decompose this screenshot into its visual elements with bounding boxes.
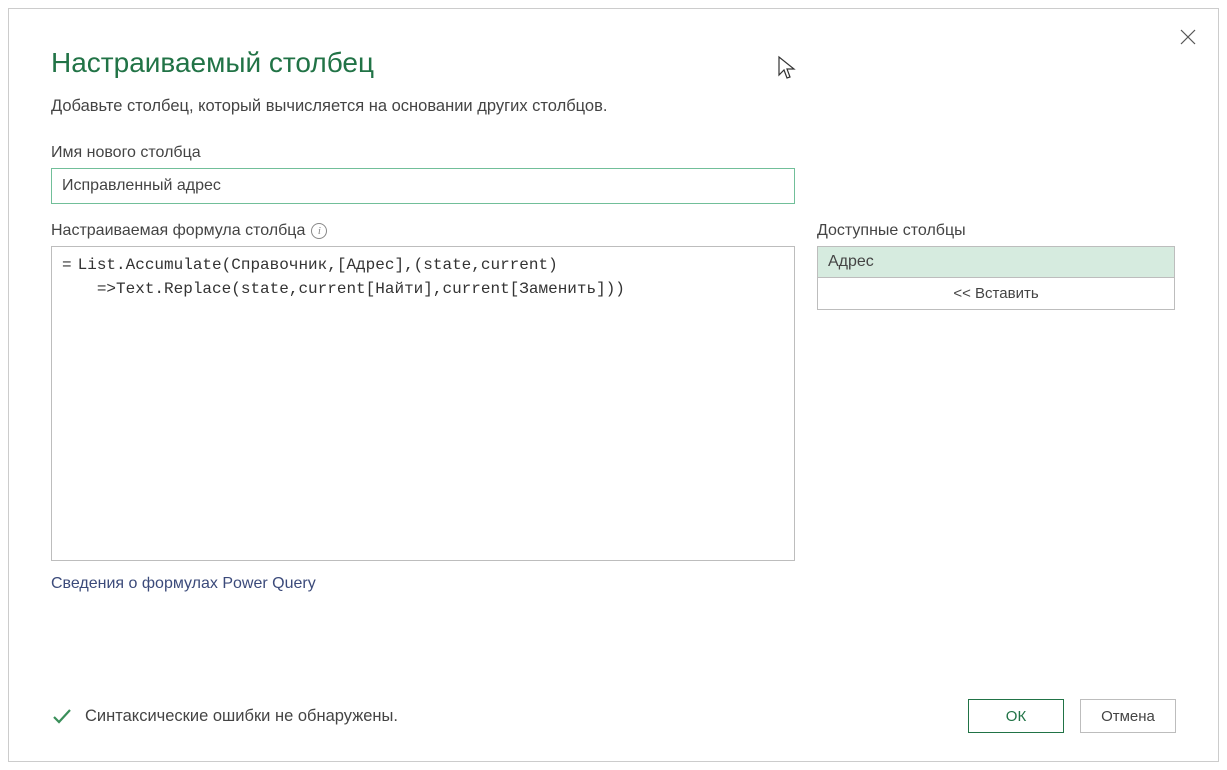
formula-label: Настраиваемая формула столбца xyxy=(51,222,305,240)
ok-button[interactable]: ОК xyxy=(968,699,1064,733)
dialog-title: Настраиваемый столбец xyxy=(51,47,1176,79)
available-column-item[interactable]: Адрес xyxy=(818,247,1174,277)
close-button[interactable] xyxy=(1174,23,1202,51)
column-name-label: Имя нового столбца xyxy=(51,144,1176,162)
dialog-buttons: ОК Отмена xyxy=(968,699,1176,733)
dialog-subtitle: Добавьте столбец, который вычисляется на… xyxy=(51,97,1176,116)
dialog-footer: Синтаксические ошибки не обнаружены. ОК … xyxy=(51,699,1176,733)
formula-textarea[interactable] xyxy=(78,253,784,554)
status-text: Синтаксические ошибки не обнаружены. xyxy=(85,707,398,726)
insert-column-button[interactable]: << Вставить xyxy=(817,278,1175,310)
column-name-input[interactable] xyxy=(51,168,795,204)
custom-column-dialog: Настраиваемый столбец Добавьте столбец, … xyxy=(8,8,1219,762)
formula-equals: = xyxy=(62,253,78,277)
cancel-button[interactable]: Отмена xyxy=(1080,699,1176,733)
available-columns-section: Доступные столбцы Адрес << Вставить xyxy=(817,222,1176,310)
available-columns-label: Доступные столбцы xyxy=(817,222,1176,240)
close-icon xyxy=(1178,27,1198,47)
syntax-status: Синтаксические ошибки не обнаружены. xyxy=(51,705,398,727)
available-columns-list[interactable]: Адрес xyxy=(817,246,1175,278)
formula-editor[interactable]: = xyxy=(51,246,795,561)
check-icon xyxy=(51,705,73,727)
info-icon[interactable]: i xyxy=(311,223,327,239)
power-query-help-link[interactable]: Сведения о формулах Power Query xyxy=(51,575,316,593)
formula-section: Настраиваемая формула столбца i = Сведен… xyxy=(51,222,795,593)
